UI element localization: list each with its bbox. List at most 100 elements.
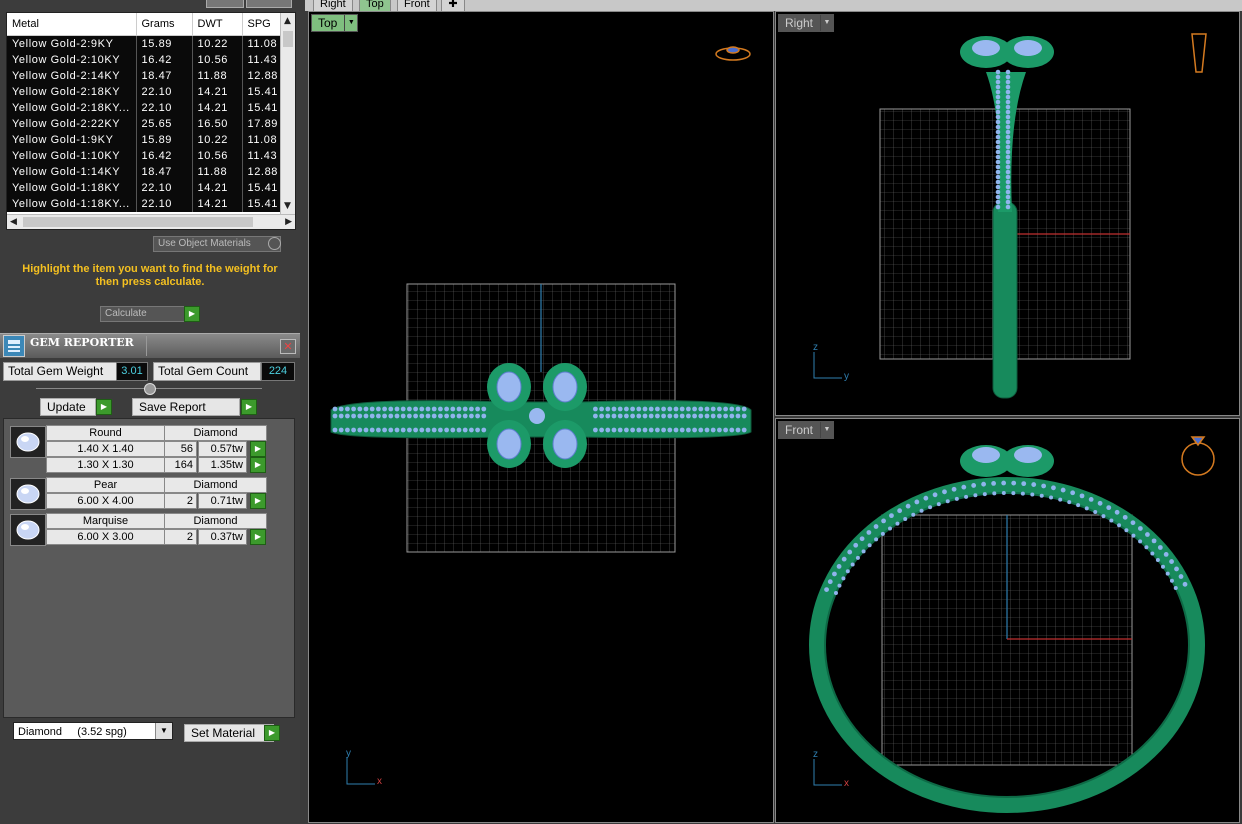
scroll-right-icon[interactable]: ▶ [285, 217, 292, 227]
axis-label-z: z [813, 749, 818, 760]
table-row[interactable]: Yellow Gold-2:18KY 22.10 14.21 15.41 [7, 84, 286, 100]
calculate-go-icon[interactable]: ▶ [184, 306, 200, 322]
cell-dwt: 10.22 [192, 132, 243, 148]
select-gems-go-icon[interactable]: ▶ [250, 529, 266, 545]
scroll-down-icon[interactable]: ▼ [284, 201, 291, 211]
gem-dot [951, 486, 957, 492]
gem-dot [369, 413, 375, 419]
column-header-dwt[interactable]: DWT [192, 13, 243, 36]
chevron-down-icon[interactable]: ▼ [155, 723, 172, 739]
cell-spg: 11.08 [242, 132, 286, 148]
cell-dwt: 11.88 [192, 68, 243, 84]
gem-count: 56 [164, 441, 197, 457]
viewport-front[interactable]: Front ▼ z x [775, 418, 1240, 823]
gem-size: 6.00 X 4.00 [46, 493, 165, 509]
gem-dot [661, 413, 666, 419]
viewport-top[interactable]: Top ▼ y x [308, 11, 774, 823]
gem-dot [932, 492, 938, 498]
radio-icon[interactable] [268, 237, 281, 250]
column-header-grams[interactable]: Grams [136, 13, 193, 36]
table-row[interactable]: Yellow Gold-1:10KY 16.42 10.56 11.43 [7, 148, 286, 164]
gem-weight: 1.35tw [198, 457, 247, 473]
column-header-spg[interactable]: SPG [242, 13, 286, 36]
gem-dot [382, 427, 387, 433]
top-dropdown-2[interactable] [246, 0, 292, 8]
table-row[interactable]: Yellow Gold-2:18KY... 22.10 14.21 15.41 [7, 100, 286, 116]
table-row[interactable]: Yellow Gold-1:14KY 18.47 11.88 12.88 [7, 164, 286, 180]
save-report-button[interactable]: Save Report [132, 398, 240, 416]
cell-grams: 18.47 [136, 68, 193, 84]
save-report-go-icon[interactable]: ▶ [241, 399, 257, 415]
close-icon[interactable]: ✕ [280, 339, 296, 354]
gem-dot [1005, 159, 1011, 165]
gem-dot [667, 427, 673, 433]
metal-weight-table[interactable]: Metal Grams DWT SPG Yellow Gold-2:9KY 15.… [6, 12, 296, 230]
splitter-handle[interactable] [144, 383, 156, 395]
gem-dot [481, 427, 487, 433]
gem-dot [469, 406, 474, 412]
horizontal-scrollbar[interactable]: ◀ ▶ [7, 214, 295, 229]
scroll-up-icon[interactable]: ▲ [284, 16, 291, 26]
gem-dot [1137, 526, 1143, 531]
gem-reporter-header: GEM REPORTER ✕ [0, 333, 300, 358]
scroll-left-icon[interactable]: ◀ [10, 217, 17, 227]
calculate-button[interactable]: Calculate [100, 306, 190, 322]
material-select[interactable]: Diamond (3.52 spg) ▼ [13, 722, 173, 740]
gem-dot [407, 427, 412, 433]
select-gems-go-icon[interactable]: ▶ [250, 457, 266, 473]
gem-dot [710, 427, 716, 433]
viewport-right[interactable]: Right ▼ z y [775, 11, 1240, 416]
set-material-button[interactable]: Set Material [184, 724, 274, 742]
table-row[interactable]: Yellow Gold-2:9KY 15.89 10.22 11.08 [7, 35, 286, 52]
cell-grams: 22.10 [136, 196, 193, 212]
gem-dot [867, 543, 872, 548]
gem-dot [407, 406, 412, 412]
table-row[interactable]: Yellow Gold-1:18KY 22.10 14.21 15.41 [7, 180, 286, 196]
gem-dot [593, 406, 598, 412]
select-gems-go-icon[interactable]: ▶ [250, 493, 266, 509]
vertical-scrollbar[interactable]: ▲ ▼ [280, 13, 295, 214]
cell-metal: Yellow Gold-2:22KY [7, 116, 137, 132]
gem-dot [413, 427, 418, 433]
column-header-metal[interactable]: Metal [7, 13, 137, 36]
gem-dot [382, 406, 387, 412]
gem-dot [717, 406, 722, 412]
gem-dot [1174, 566, 1179, 572]
gem-dot [741, 413, 747, 419]
gem-dot [866, 530, 872, 535]
gem-dot [438, 427, 443, 433]
gem-dot [599, 413, 604, 419]
table-row[interactable]: Yellow Gold-2:10KY 16.42 10.56 11.43 [7, 52, 286, 68]
use-object-materials-toggle[interactable]: Use Object Materials [153, 236, 281, 252]
gem-dot [914, 499, 920, 505]
table-row[interactable]: Yellow Gold-2:22KY 25.65 16.50 17.89 [7, 116, 286, 132]
top-dropdown-1[interactable] [206, 0, 244, 8]
table-row[interactable]: Yellow Gold-2:14KY 18.47 11.88 12.88 [7, 68, 286, 84]
gem-dot [369, 406, 375, 412]
gem-dot [624, 427, 629, 433]
gem-dot [1005, 189, 1011, 195]
gem-count: 2 [164, 493, 197, 509]
gem-dot [1001, 491, 1006, 496]
cell-dwt: 16.50 [192, 116, 243, 132]
table-row[interactable]: Yellow Gold-1:9KY 15.89 10.22 11.08 [7, 132, 286, 148]
gem-dot [850, 562, 855, 567]
gem-dot [1005, 124, 1011, 130]
scroll-thumb[interactable] [23, 217, 253, 227]
gem-dot [388, 406, 394, 412]
gem-dot [704, 406, 710, 412]
select-gems-go-icon[interactable]: ▶ [250, 441, 266, 457]
gem-dot [1138, 539, 1143, 544]
gem-dot [847, 549, 853, 555]
table-row[interactable]: Yellow Gold-1:18KY... 22.10 14.21 15.41 [7, 196, 286, 212]
gem-dot [1088, 496, 1094, 502]
gem-dot [617, 427, 623, 433]
scroll-thumb[interactable] [283, 31, 293, 47]
gem-dot [995, 174, 1001, 180]
gem-dot [995, 74, 1001, 80]
update-button[interactable]: Update [40, 398, 96, 416]
gem-dot [861, 549, 866, 554]
set-material-go-icon[interactable]: ▶ [264, 725, 280, 741]
cell-dwt: 14.21 [192, 196, 243, 212]
update-go-icon[interactable]: ▶ [96, 399, 112, 415]
